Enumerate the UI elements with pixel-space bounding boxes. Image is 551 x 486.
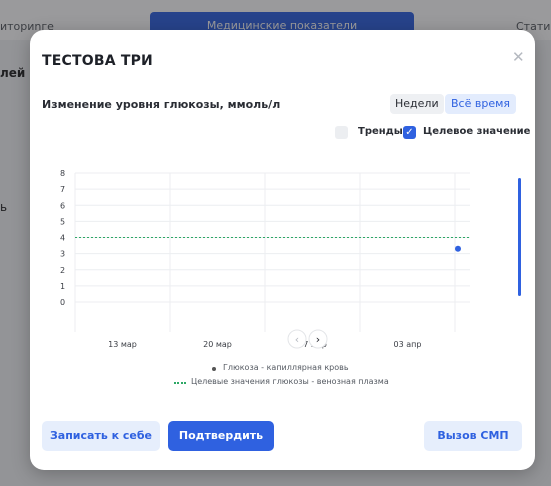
period-weeks-button[interactable]: Недели <box>390 94 444 114</box>
close-icon[interactable]: ✕ <box>512 48 525 66</box>
save-to-self-button[interactable]: Записать к себе <box>42 421 160 451</box>
y-tick-label: 6 <box>60 201 65 210</box>
x-tick-label: 20 мар <box>203 340 232 349</box>
glucose-modal: ТЕСТОВА ТРИ ✕ Изменение уровня глюкозы, … <box>30 30 535 470</box>
chart-title: Изменение уровня глюкозы, ммоль/л <box>42 98 281 111</box>
scrollbar-thumb[interactable] <box>518 178 521 296</box>
y-tick-label: 1 <box>60 282 65 291</box>
period-all-time-button[interactable]: Всё время <box>445 94 517 114</box>
legend-capillary-label: Глюкоза - капиллярная кровь <box>223 363 349 372</box>
legend-target-label: Целевые значения глюкозы - венозная плаз… <box>191 377 389 386</box>
legend-capillary-marker <box>212 367 216 371</box>
y-tick-label: 7 <box>60 185 65 194</box>
legend-target-marker <box>174 382 186 384</box>
y-tick-label: 2 <box>60 266 65 275</box>
y-tick-label: 5 <box>60 217 65 226</box>
trends-checkbox-label: Тренды <box>358 126 403 137</box>
glucose-data-point <box>455 245 461 252</box>
modal-title: ТЕСТОВА ТРИ <box>42 53 153 69</box>
x-tick-label: 13 мар <box>108 340 137 349</box>
target-value-checkbox-label: Целевое значение <box>423 126 531 137</box>
y-tick-label: 4 <box>60 234 65 243</box>
checkmark-icon: ✓ <box>405 127 414 138</box>
call-emergency-button[interactable]: Вызов СМП <box>424 421 522 451</box>
x-tick-label: 03 апр <box>394 340 422 349</box>
chevron-right-icon: › <box>316 333 320 346</box>
trends-checkbox[interactable] <box>335 126 348 139</box>
target-value-checkbox[interactable]: ✓ <box>403 126 416 139</box>
chevron-left-icon: ‹ <box>295 333 299 346</box>
y-tick-label: 3 <box>60 250 65 259</box>
confirm-button[interactable]: Подтвердить <box>168 421 274 451</box>
glucose-chart: 01234567813 мар20 мар27 мар03 апр‹› <box>60 169 470 349</box>
y-tick-label: 8 <box>60 169 65 178</box>
y-tick-label: 0 <box>60 298 65 307</box>
